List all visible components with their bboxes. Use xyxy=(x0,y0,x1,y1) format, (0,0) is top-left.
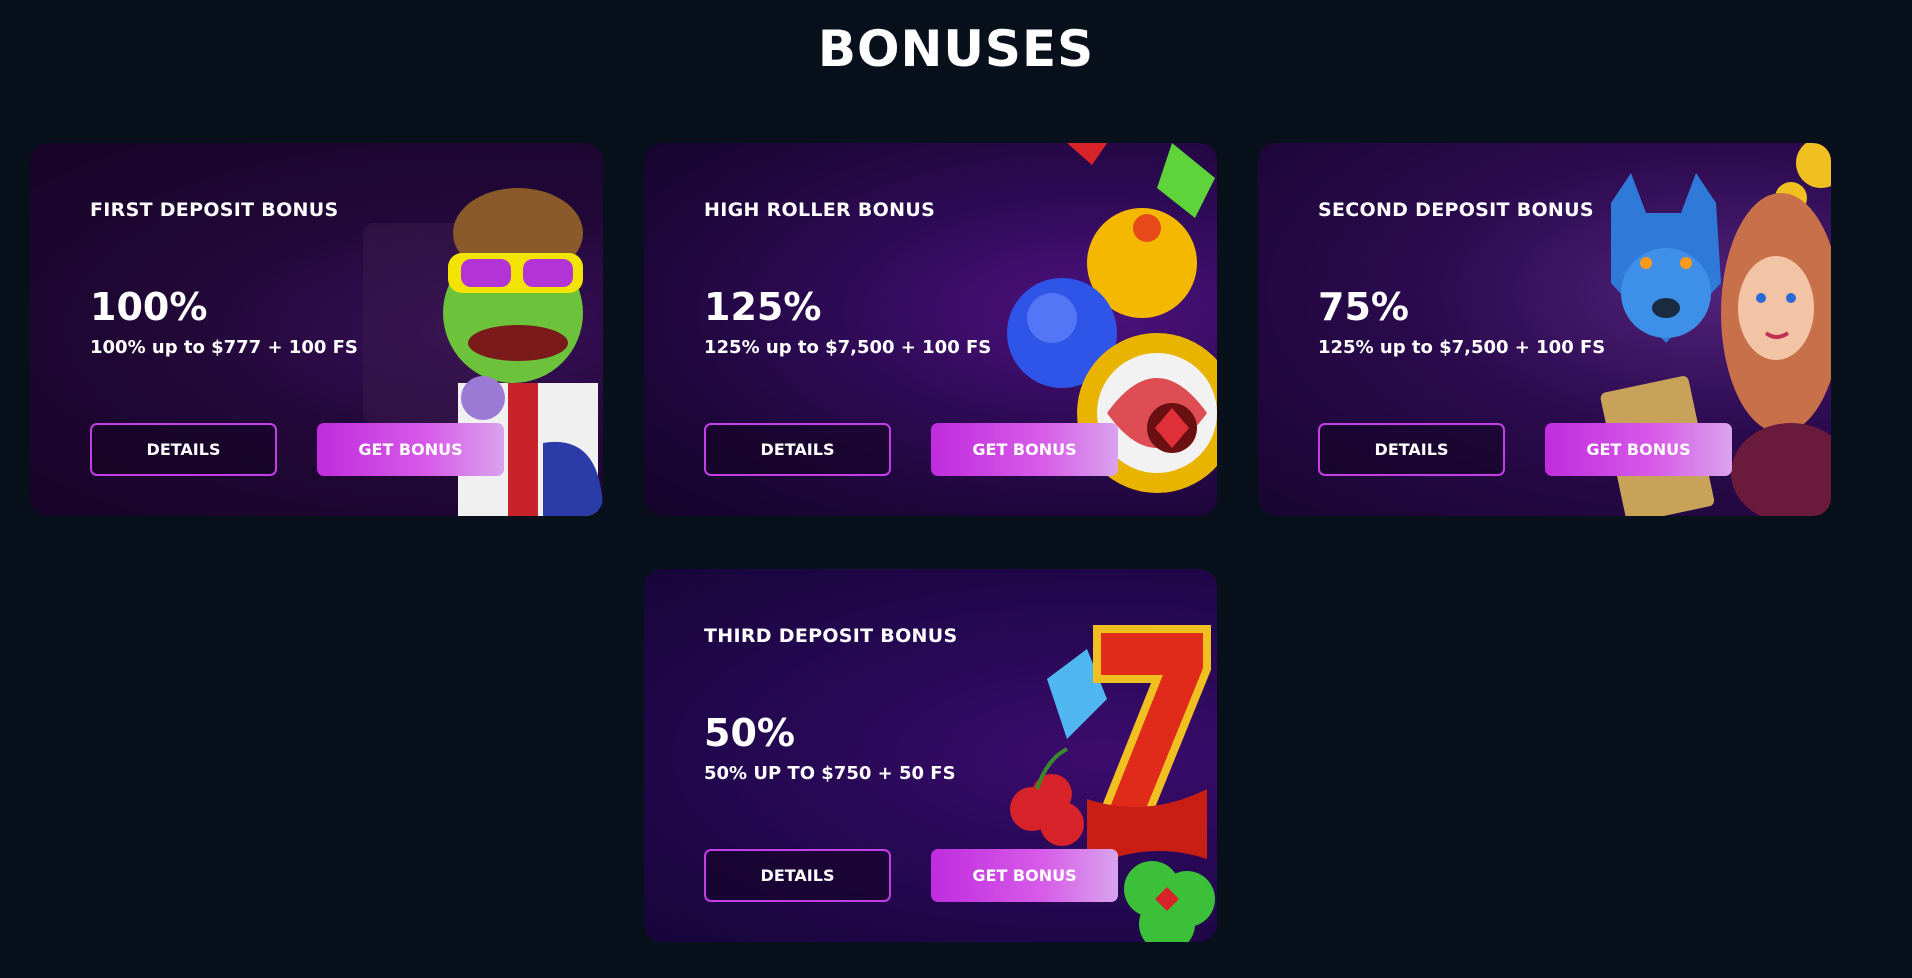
get-bonus-button[interactable]: GET BONUS xyxy=(317,423,504,476)
get-bonus-button[interactable]: GET BONUS xyxy=(931,849,1118,902)
bonus-card-first-deposit: FIRST DEPOSIT BONUS 100% 100% up to $777… xyxy=(30,143,603,516)
card-title: THIRD DEPOSIT BONUS xyxy=(704,625,958,647)
get-bonus-button[interactable]: GET BONUS xyxy=(931,423,1118,476)
details-button[interactable]: DETAILS xyxy=(704,423,891,476)
card-description: 125% up to $7,500 + 100 FS xyxy=(1318,337,1606,358)
bonus-card-high-roller: HIGH ROLLER BONUS 125% 125% up to $7,500… xyxy=(644,143,1217,516)
details-button[interactable]: DETAILS xyxy=(1318,423,1505,476)
page-title: BONUSES xyxy=(817,20,1095,78)
bonus-card-third-deposit: THIRD DEPOSIT BONUS 50% 50% UP TO $750 +… xyxy=(644,569,1217,942)
card-title: FIRST DEPOSIT BONUS xyxy=(90,199,339,221)
card-title: SECOND DEPOSIT BONUS xyxy=(1318,199,1594,221)
get-bonus-button[interactable]: GET BONUS xyxy=(1545,423,1732,476)
card-description: 125% up to $7,500 + 100 FS xyxy=(704,337,992,358)
details-button[interactable]: DETAILS xyxy=(90,423,277,476)
card-percent: 50% xyxy=(704,711,795,755)
card-percent: 125% xyxy=(704,285,822,329)
card-title: HIGH ROLLER BONUS xyxy=(704,199,936,221)
card-percent: 75% xyxy=(1318,285,1409,329)
card-description: 50% UP TO $750 + 50 FS xyxy=(704,763,956,784)
bonus-card-second-deposit: SECOND DEPOSIT BONUS 75% 125% up to $7,5… xyxy=(1258,143,1831,516)
details-button[interactable]: DETAILS xyxy=(704,849,891,902)
card-description: 100% up to $777 + 100 FS xyxy=(90,337,358,358)
card-percent: 100% xyxy=(90,285,208,329)
